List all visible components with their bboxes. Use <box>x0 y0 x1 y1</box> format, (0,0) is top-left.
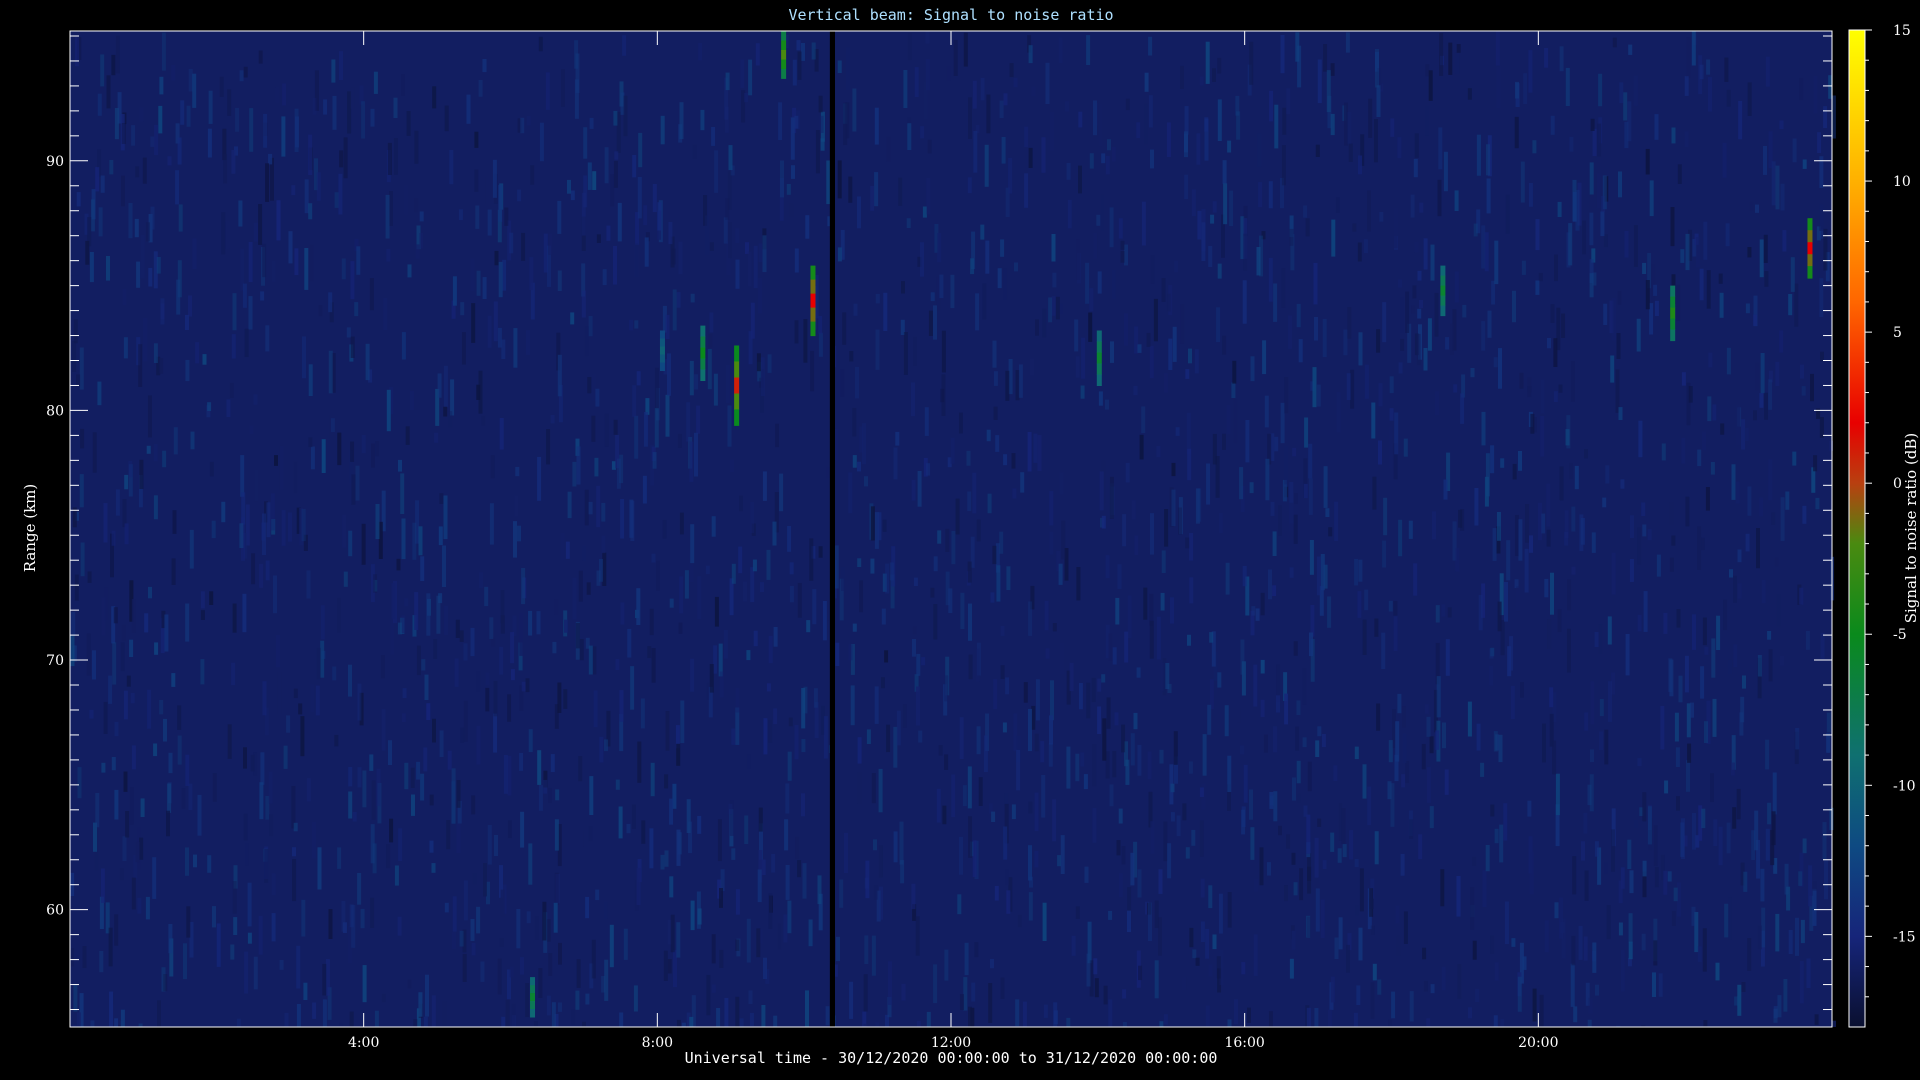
colorbar-gradient <box>1848 29 1866 1028</box>
colorbar: -15 -10 -5 0 5 10 15 <box>1848 23 1916 1028</box>
colorbar-tick-label: -10 <box>1893 778 1916 794</box>
y-tick-label: 80 <box>46 403 64 419</box>
echo-streak <box>781 31 787 79</box>
y-tick-label: 60 <box>46 903 64 919</box>
echo-streak <box>810 265 816 337</box>
colorbar-tick-label: -5 <box>1893 627 1907 643</box>
y-tick-label: 70 <box>46 653 64 669</box>
colorbar-tick-label: -15 <box>1893 929 1916 945</box>
echo-streak <box>1807 218 1813 279</box>
plot-area <box>70 31 1836 1027</box>
data-gap <box>829 31 836 1027</box>
echo-streak <box>1096 330 1102 386</box>
snr-heatmap-chart: 4:00 8:00 12:00 16:00 20:00 60 70 80 90 -15 -10 -5… <box>46 23 1916 1051</box>
y-tick-label: 90 <box>46 154 64 170</box>
x-tick-label: 12:00 <box>931 1035 971 1051</box>
x-tick-label: 4:00 <box>348 1035 379 1051</box>
x-tick-label: 16:00 <box>1224 1035 1264 1051</box>
echo-streak <box>530 977 536 1018</box>
colorbar-tick-label: 0 <box>1893 476 1902 492</box>
echo-streak <box>659 330 665 371</box>
colorbar-tick-label: 15 <box>1893 23 1911 39</box>
x-tick-label: 20:00 <box>1518 1035 1558 1051</box>
echo-streak <box>700 325 706 381</box>
x-tick-label: 8:00 <box>642 1035 673 1051</box>
echo-streak <box>734 345 740 426</box>
colorbar-tick-label: 10 <box>1893 174 1911 190</box>
echo-streak <box>1440 265 1446 317</box>
colorbar-tick-label: 5 <box>1893 325 1902 341</box>
echo-streak <box>1670 285 1676 342</box>
